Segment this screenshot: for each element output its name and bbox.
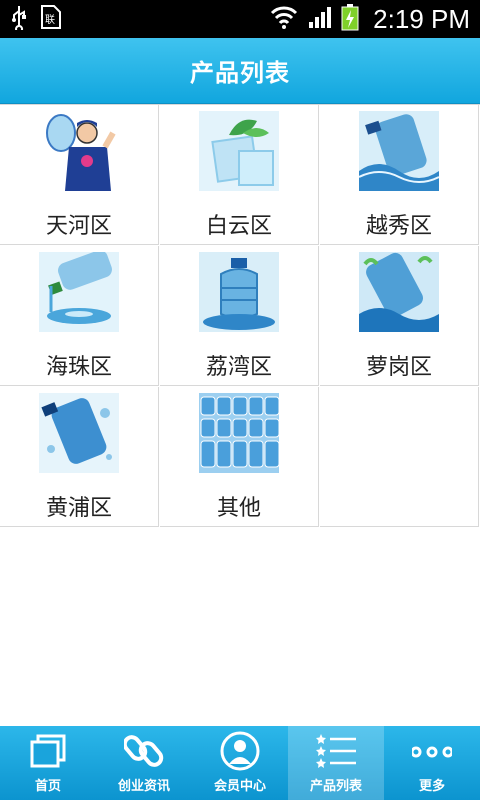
tab-member-center[interactable]: 会员中心 xyxy=(192,726,288,800)
tab-label: 首页 xyxy=(34,779,61,794)
more-dots-icon xyxy=(410,730,454,772)
product-label: 越秀区 xyxy=(365,214,432,239)
water-bottle-splash-image xyxy=(359,111,439,191)
sim-icon: 联 xyxy=(40,4,62,34)
battery-charging-icon xyxy=(341,3,359,35)
tab-label: 创业资讯 xyxy=(117,779,170,794)
tab-label: 更多 xyxy=(418,779,445,794)
product-item-other[interactable]: 其他 xyxy=(160,387,319,527)
svg-text:联: 联 xyxy=(45,14,55,26)
product-label: 白云区 xyxy=(205,214,272,239)
bottle-warehouse-image xyxy=(199,393,279,473)
product-item-haizhu[interactable]: 海珠区 xyxy=(0,246,159,386)
pouring-bottle-image xyxy=(39,252,119,332)
tab-business-news[interactable]: 创业资讯 xyxy=(96,726,192,800)
product-item-luogang[interactable]: 萝岗区 xyxy=(320,246,479,386)
product-label: 荔湾区 xyxy=(205,355,272,380)
delivery-man-water-bottle-image xyxy=(39,111,119,191)
product-label: 黄浦区 xyxy=(45,496,112,521)
member-avatar-icon xyxy=(220,730,260,772)
tab-more[interactable]: 更多 xyxy=(384,726,480,800)
tab-label: 会员中心 xyxy=(213,779,266,794)
bottle-bubbles-image xyxy=(39,393,119,473)
product-label: 其他 xyxy=(216,496,261,521)
product-label: 海珠区 xyxy=(45,355,112,380)
tilted-bottle-splash-image xyxy=(359,252,439,332)
tab-label: 产品列表 xyxy=(309,779,362,794)
signal-icon xyxy=(307,4,333,34)
usb-icon xyxy=(10,4,28,34)
tab-home[interactable]: 首页 xyxy=(0,726,96,800)
large-water-jug-image xyxy=(199,252,279,332)
link-chain-icon xyxy=(122,730,164,772)
product-item-baiyun[interactable]: 白云区 xyxy=(160,105,319,245)
product-item-tianhe[interactable]: 天河区 xyxy=(0,105,159,245)
status-time: 2:19 PM xyxy=(373,3,470,34)
home-pages-icon xyxy=(28,730,68,772)
empty-cell xyxy=(320,387,479,527)
wifi-icon xyxy=(269,4,299,34)
ice-cube-mint-image xyxy=(199,111,279,191)
header-bar: 产品列表 xyxy=(0,38,480,104)
product-grid: 天河区 白云区 越秀区 海珠区 荔湾区 萝岗区 黄浦区 其他 xyxy=(0,104,480,528)
status-bar: 联 2:19 PM xyxy=(0,0,480,38)
product-label: 萝岗区 xyxy=(365,355,432,380)
product-item-huangpu[interactable]: 黄浦区 xyxy=(0,387,159,527)
product-item-liwan[interactable]: 荔湾区 xyxy=(160,246,319,386)
product-label: 天河区 xyxy=(45,214,112,239)
product-item-yuexiu[interactable]: 越秀区 xyxy=(320,105,479,245)
page-title: 产品列表 xyxy=(190,59,290,87)
bottom-tab-bar: 首页 创业资讯 会员中心 产品列表 更多 xyxy=(0,726,480,800)
tab-product-list[interactable]: 产品列表 xyxy=(288,726,384,800)
list-icon xyxy=(316,730,356,772)
